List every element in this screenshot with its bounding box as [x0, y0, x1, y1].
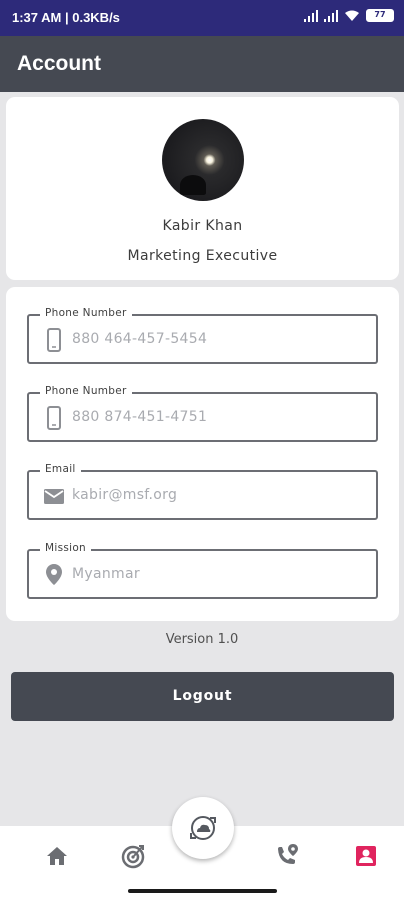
phone-icon [47, 328, 61, 352]
field-label: Email [40, 463, 81, 475]
field-label: Phone Number [40, 385, 132, 397]
account-icon[interactable] [353, 843, 379, 869]
signal-icon [304, 9, 318, 22]
sync-icon [190, 816, 216, 840]
email-icon [44, 489, 64, 504]
avatar [162, 119, 244, 201]
target-icon[interactable] [120, 843, 146, 869]
mission-field[interactable]: Mission Myanmar [27, 542, 378, 599]
profile-role: Marketing Executive [127, 248, 278, 264]
version-label: Version 1.0 [165, 632, 239, 647]
field-label: Phone Number [40, 307, 132, 319]
signal-icon-2 [324, 9, 338, 22]
field-label: Mission [40, 542, 92, 554]
field-value: Myanmar [72, 566, 140, 582]
field-value: 880 464-457-5454 [72, 331, 208, 347]
email-field[interactable]: Email kabir@msf.org [27, 463, 378, 520]
status-time: 1:37 AM | 0.3KB/s [12, 10, 120, 25]
battery-icon: 77 [366, 9, 394, 22]
app-bar: Account [0, 36, 404, 92]
page-title: Account [17, 52, 101, 75]
profile-card: Kabir Khan Marketing Executive [6, 97, 399, 280]
home-indicator [128, 889, 277, 893]
phone-location-icon[interactable] [274, 843, 300, 869]
sync-button[interactable] [172, 797, 234, 859]
contact-fields-card: Phone Number 880 464-457-5454 Phone Numb… [6, 287, 399, 621]
phone-number-field-2[interactable]: Phone Number 880 874-451-4751 [27, 385, 378, 442]
phone-icon [47, 406, 61, 430]
field-value: 880 874-451-4751 [72, 409, 208, 425]
phone-number-field-1[interactable]: Phone Number 880 464-457-5454 [27, 307, 378, 364]
location-pin-icon [46, 564, 62, 585]
wifi-icon [345, 10, 359, 21]
status-icons: 77 [304, 9, 394, 22]
home-icon[interactable] [44, 843, 70, 869]
profile-name: Kabir Khan [162, 218, 243, 234]
status-bar: 1:37 AM | 0.3KB/s 77 [0, 0, 404, 36]
logout-button[interactable]: Logout [11, 672, 394, 721]
field-value: kabir@msf.org [72, 487, 178, 503]
